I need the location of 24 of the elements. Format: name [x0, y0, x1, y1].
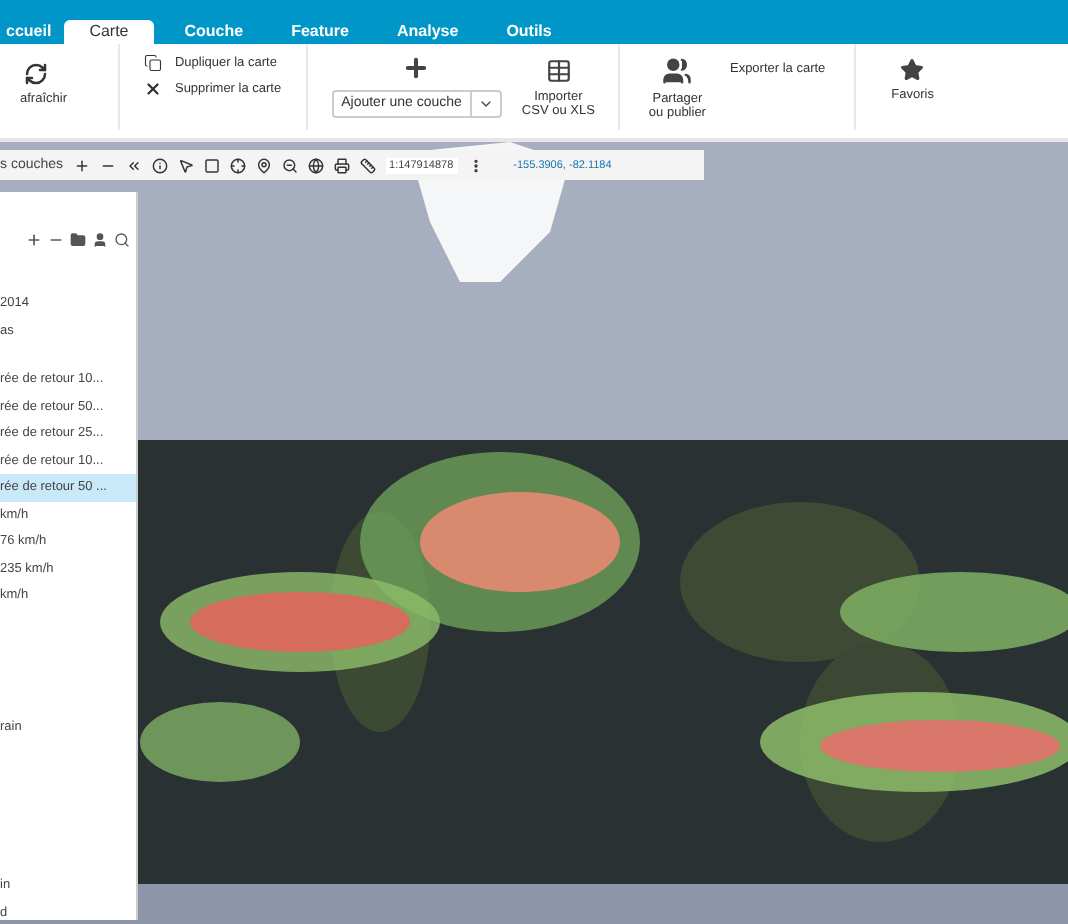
- close-icon: [144, 80, 163, 98]
- ribbon-tab[interactable]: Carte: [63, 20, 155, 44]
- zoom-out-icon[interactable]: [281, 157, 298, 173]
- ruler-icon[interactable]: [359, 157, 376, 173]
- folder-icon[interactable]: [70, 232, 86, 248]
- add-icon[interactable]: [402, 54, 431, 82]
- info-icon[interactable]: [151, 157, 168, 173]
- globe-icon[interactable]: [307, 157, 324, 173]
- star-icon: [900, 58, 925, 82]
- pin-icon[interactable]: [255, 157, 272, 173]
- copy-icon: [144, 54, 163, 72]
- double-chevron-left-icon[interactable]: [125, 157, 142, 173]
- search-icon[interactable]: [114, 232, 130, 248]
- table-icon: [545, 58, 572, 84]
- plus-icon[interactable]: [26, 232, 42, 248]
- square-select-icon[interactable]: [203, 157, 220, 173]
- user-icon[interactable]: [92, 232, 108, 248]
- refresh-icon: [24, 62, 48, 86]
- users-icon: [662, 56, 693, 86]
- crosshair-icon[interactable]: [229, 157, 246, 173]
- caret-icon: [477, 96, 494, 112]
- plus-icon[interactable]: [73, 157, 90, 173]
- print-icon[interactable]: [333, 157, 350, 173]
- pointer-icon[interactable]: [177, 157, 194, 173]
